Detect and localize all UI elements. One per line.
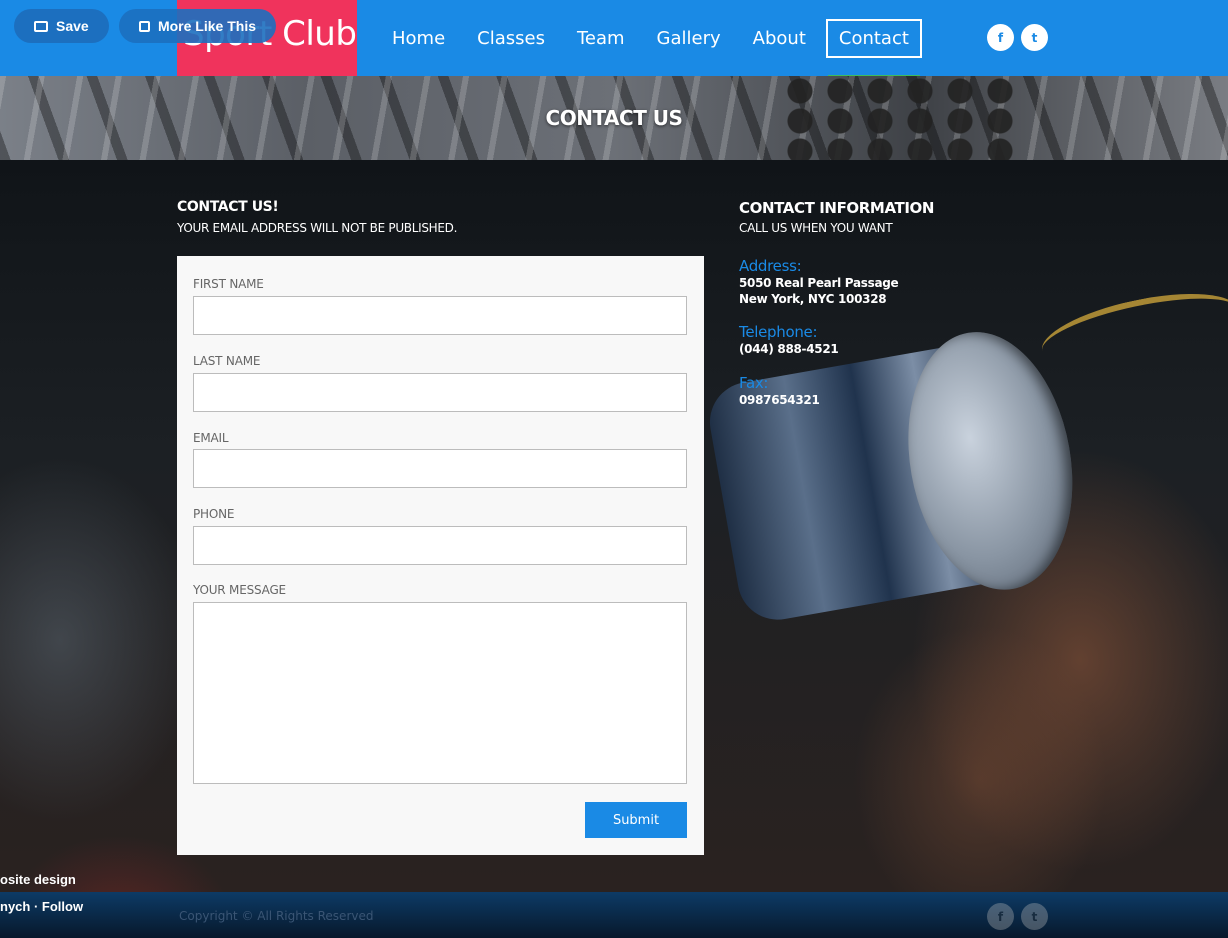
footer-social-links: f t <box>987 903 1048 930</box>
save-button-label: Save <box>56 18 89 34</box>
phone-label: PHONE <box>193 507 235 521</box>
email-label: EMAIL <box>193 431 229 445</box>
telephone-value: (044) 888-4521 <box>739 342 839 356</box>
facebook-icon[interactable]: f <box>987 903 1014 930</box>
page-banner: CONTACT US <box>0 76 1228 160</box>
folder-icon <box>34 20 48 32</box>
nav-home[interactable]: Home <box>380 20 457 57</box>
first-name-field[interactable] <box>193 296 687 335</box>
message-field[interactable] <box>193 602 687 784</box>
overlay-follow-link[interactable]: nych · Follow <box>0 899 83 914</box>
more-like-this-button[interactable]: More Like This <box>119 9 276 43</box>
info-subheading: CALL US WHEN YOU WANT <box>739 221 893 235</box>
form-subheading: YOUR EMAIL ADDRESS WILL NOT BE PUBLISHED… <box>177 221 458 235</box>
first-name-label: FIRST NAME <box>193 277 264 291</box>
dumbbell-image <box>700 314 1092 645</box>
address-line-1: 5050 Real Pearl Passage <box>739 276 899 290</box>
nav-classes[interactable]: Classes <box>465 20 557 57</box>
message-label: YOUR MESSAGE <box>193 583 286 597</box>
nav-about[interactable]: About <box>741 20 818 57</box>
address-label: Address: <box>739 257 802 275</box>
site-footer: Copyright © All Rights Reserved f t <box>0 892 1228 938</box>
nav-gallery[interactable]: Gallery <box>645 20 733 57</box>
facebook-icon[interactable]: f <box>987 24 1014 51</box>
twitter-icon[interactable]: t <box>1021 24 1048 51</box>
header-social-links: f t <box>987 24 1048 51</box>
image-icon <box>139 20 150 32</box>
nav-team[interactable]: Team <box>565 20 637 57</box>
main-nav: Home Classes Team Gallery About Contact <box>380 0 930 78</box>
overlay-caption: osite design <box>0 872 76 887</box>
page-title: CONTACT US <box>545 106 683 130</box>
last-name-label: LAST NAME <box>193 354 261 368</box>
info-heading: CONTACT INFORMATION <box>739 199 935 217</box>
twitter-icon[interactable]: t <box>1021 903 1048 930</box>
copyright-text: Copyright © All Rights Reserved <box>179 909 374 923</box>
more-like-this-label: More Like This <box>157 18 256 34</box>
address-line-2: New York, NYC 100328 <box>739 292 887 306</box>
fax-value: 0987654321 <box>739 393 820 407</box>
submit-button[interactable]: Submit <box>585 802 687 838</box>
telephone-label: Telephone: <box>739 323 818 341</box>
fax-label: Fax: <box>739 374 769 392</box>
last-name-field[interactable] <box>193 373 687 412</box>
form-heading: CONTACT US! <box>177 199 279 215</box>
email-field[interactable] <box>193 449 687 488</box>
phone-field[interactable] <box>193 526 687 565</box>
nav-contact[interactable]: Contact <box>825 18 922 78</box>
contact-form: FIRST NAME LAST NAME EMAIL PHONE YOUR ME… <box>177 256 704 855</box>
save-button[interactable]: Save <box>14 9 109 43</box>
